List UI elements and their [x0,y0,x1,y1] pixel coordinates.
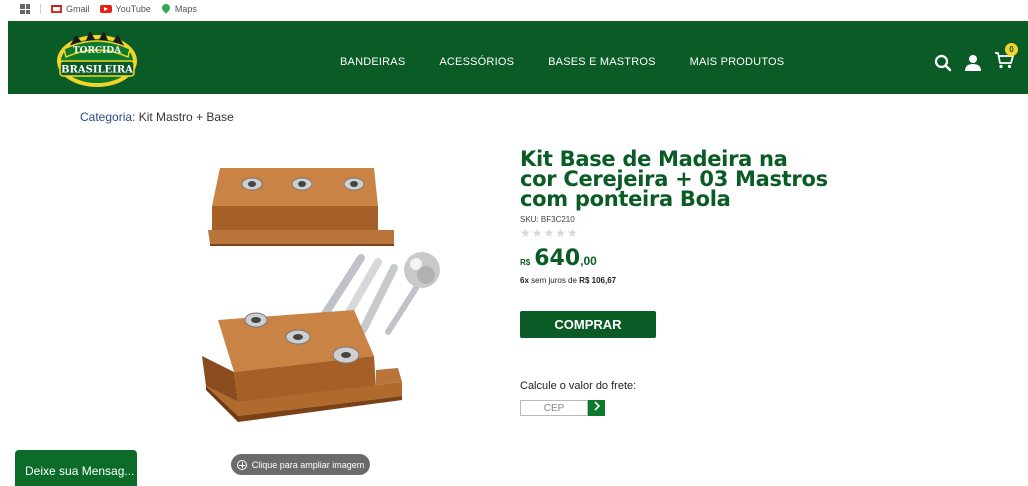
buy-button[interactable]: COMPRAR [520,311,656,338]
bookmark-label: YouTube [115,4,151,14]
price-decimal: ,00 [580,254,597,268]
cart-button[interactable]: 0 [994,43,1018,74]
user-icon[interactable] [964,54,982,72]
cep-input[interactable] [520,400,588,416]
product-image[interactable] [198,160,458,450]
product-sku: SKU: BF3C210 [520,215,575,224]
bookmark-maps[interactable]: Maps [161,4,197,14]
nav-item-bandeiras[interactable]: BANDEIRAS [340,56,405,68]
breadcrumb-label[interactable]: Categoria: [80,110,135,124]
breadcrumb: Categoria: Kit Mastro + Base [80,110,234,124]
site-header: TORCIDA BRASILEIRA BANDEIRAS ACESSÓRIOS … [8,21,1028,94]
maps-icon [161,4,171,14]
installments-text: sem juros de [531,276,577,285]
bookmarks-bar: Gmail YouTube Maps [0,0,1028,18]
zoom-image-button[interactable]: Clique para ampliar imagem [231,454,370,475]
installments-count: 6x [520,276,529,285]
bookmark-label: Gmail [66,4,90,14]
site-logo[interactable]: TORCIDA BRASILEIRA [54,27,140,89]
main-nav: BANDEIRAS ACESSÓRIOS BASES E MASTROS MAI… [340,56,784,68]
chat-widget-button[interactable]: Deixe sua Mensag... [15,450,137,486]
installments-info: 6x sem juros de R$ 106,67 [520,276,616,285]
price-integer: 640 [534,246,581,271]
price-currency: R$ [520,258,531,267]
chevron-right-icon [593,401,600,411]
bookmark-gmail[interactable]: Gmail [51,4,90,14]
nav-item-bases-e-mastros[interactable]: BASES E MASTROS [548,56,656,68]
logo-text-bottom: BRASILEIRA [61,65,133,76]
shipping-label: Calcule o valor do frete: [520,380,637,392]
header-actions: 0 [934,43,1018,74]
search-icon[interactable] [934,54,952,72]
product-title: Kit Base de Madeira na cor Cerejeira + 0… [520,147,828,211]
gmail-icon [51,5,62,13]
product-price: R$ 640 ,00 [520,246,597,271]
bookmark-youtube[interactable]: YouTube [99,4,151,14]
bookmark-label: Maps [174,4,197,14]
bookmarks-divider [40,4,41,14]
cep-submit-button[interactable] [588,400,605,416]
breadcrumb-value: Kit Mastro + Base [138,110,234,124]
zoom-image-label: Clique para ampliar imagem [251,459,365,470]
apps-button[interactable] [20,4,30,14]
apps-grid-icon [20,4,30,14]
nav-item-mais-produtos[interactable]: MAIS PRODUTOS [690,56,785,68]
rating-stars[interactable]: ★★★★★ [520,226,579,240]
zoom-plus-icon [236,459,247,470]
youtube-icon [99,5,112,13]
logo-text-top: TORCIDA [73,46,122,56]
installments-value: R$ 106,67 [579,276,617,285]
nav-item-acessorios[interactable]: ACESSÓRIOS [439,56,514,68]
cart-count-badge: 0 [1005,43,1018,56]
